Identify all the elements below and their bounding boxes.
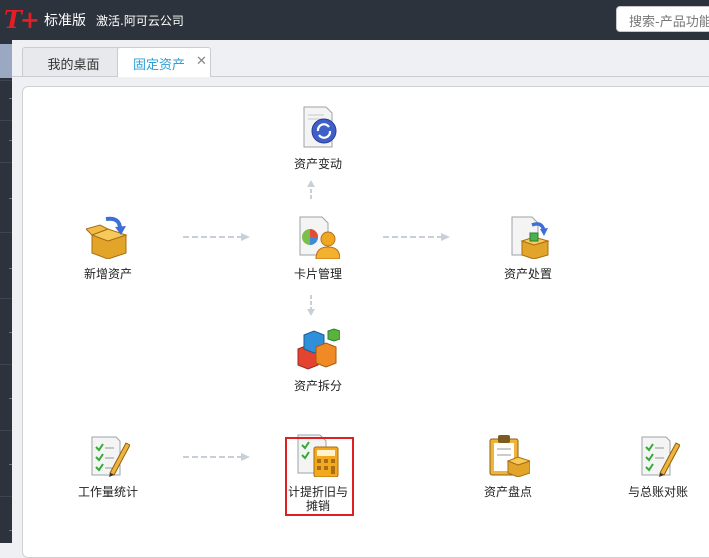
node-label: 资产盘点	[483, 485, 532, 499]
nav-tick	[9, 464, 12, 465]
nav-divider	[0, 162, 12, 163]
nav-tick	[9, 332, 12, 333]
node-label: 与总账对账	[627, 485, 688, 499]
nav-tick	[9, 98, 12, 99]
nav-divider	[0, 80, 12, 81]
selection-highlight	[285, 437, 354, 516]
nav-divider	[0, 430, 12, 431]
search-input[interactable]: 搜索-产品功能	[616, 6, 709, 32]
asset-disposal-icon	[511, 216, 550, 260]
node-asset-split[interactable]: 资产拆分	[278, 327, 358, 393]
nav-divider	[0, 496, 12, 497]
tab-label: 我的桌面	[47, 58, 100, 73]
nav-tick	[9, 268, 12, 269]
search-placeholder: 搜索-产品功能	[629, 15, 709, 30]
top-bar: T+ 标准版 激活.阿可云公司 搜索-产品功能	[0, 0, 709, 40]
tab-label: 固定资产	[133, 58, 186, 73]
app-logo[interactable]: T+	[4, 5, 40, 34]
arrow-right-icon	[183, 453, 250, 461]
inventory-clipboard-icon	[489, 435, 532, 478]
tab-bar: 我的桌面 固定资产 ✕	[12, 40, 709, 77]
node-label: 资产处置	[503, 267, 552, 281]
fixed-assets-flow-panel: 资产变动 新增资产 卡片管理 资产处置 资产拆分 工作量统计 计提折旧与 摊销 …	[22, 86, 709, 558]
node-label: 新增资产	[83, 267, 132, 281]
company-name[interactable]: 激活.阿可云公司	[96, 12, 184, 29]
node-reconcile-ledger[interactable]: 与总账对账	[618, 433, 698, 499]
node-label: 资产拆分	[293, 379, 342, 393]
node-add-asset[interactable]: 新增资产	[68, 215, 148, 281]
nav-tick	[9, 198, 12, 199]
node-asset-inventory[interactable]: 资产盘点	[468, 433, 548, 499]
nav-tick	[9, 398, 12, 399]
arrow-right-icon	[183, 233, 250, 241]
left-nav-strip[interactable]	[0, 40, 12, 543]
asset-split-blocks-icon	[297, 328, 341, 370]
tab-fixed-assets[interactable]: 固定资产 ✕	[117, 47, 211, 77]
workload-checklist-icon	[91, 436, 131, 477]
tab-my-desktop[interactable]: 我的桌面	[22, 47, 125, 76]
card-management-icon	[299, 216, 341, 260]
node-asset-disposal[interactable]: 资产处置	[488, 215, 568, 281]
arrow-down-icon	[307, 295, 315, 316]
nav-divider	[0, 364, 12, 365]
close-icon[interactable]: ✕	[196, 54, 207, 69]
edition-label: 标准版	[44, 13, 86, 29]
node-card-management[interactable]: 卡片管理	[278, 215, 358, 281]
arrow-right-icon	[383, 233, 450, 241]
arrow-up-icon	[307, 180, 315, 199]
nav-divider	[0, 298, 12, 299]
asset-change-icon	[303, 106, 337, 148]
node-workload-stats[interactable]: 工作量统计	[68, 433, 148, 499]
nav-divider	[0, 232, 12, 233]
nav-tick	[9, 530, 12, 531]
node-label: 卡片管理	[293, 267, 342, 281]
left-nav-selected[interactable]	[0, 44, 12, 78]
node-label: 工作量统计	[77, 485, 138, 499]
nav-tick	[9, 140, 12, 141]
add-asset-box-icon	[85, 216, 128, 260]
node-label: 资产变动	[293, 157, 342, 171]
nav-divider	[0, 120, 12, 121]
node-asset-change[interactable]: 资产变动	[278, 105, 358, 171]
reconcile-checklist-icon	[641, 436, 681, 477]
